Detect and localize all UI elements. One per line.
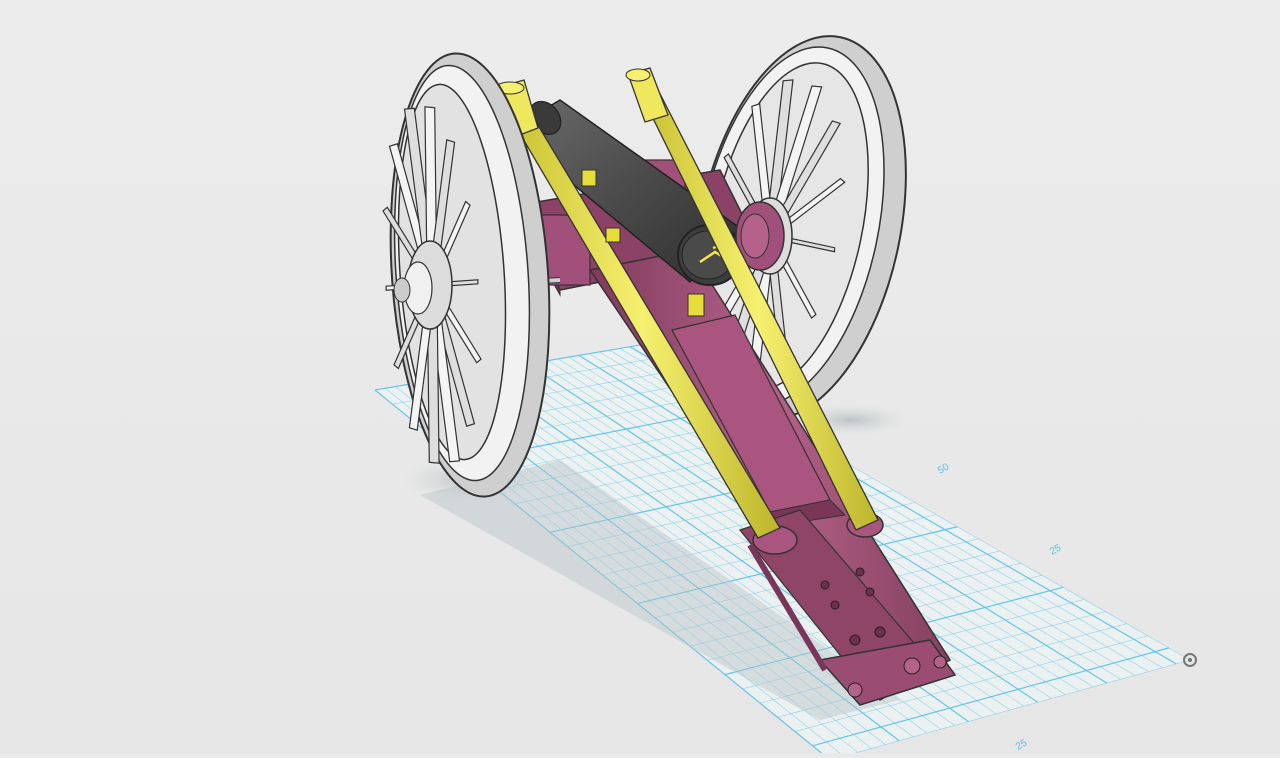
grid-label-50: 50 [936,461,952,476]
3d-viewport[interactable]: 50 25 25 [0,0,1280,758]
grid-label-25: 25 [1048,542,1064,557]
scene-svg[interactable]: 50 25 25 [0,0,1280,758]
grid-label-25-bottom: 25 [1014,737,1030,752]
